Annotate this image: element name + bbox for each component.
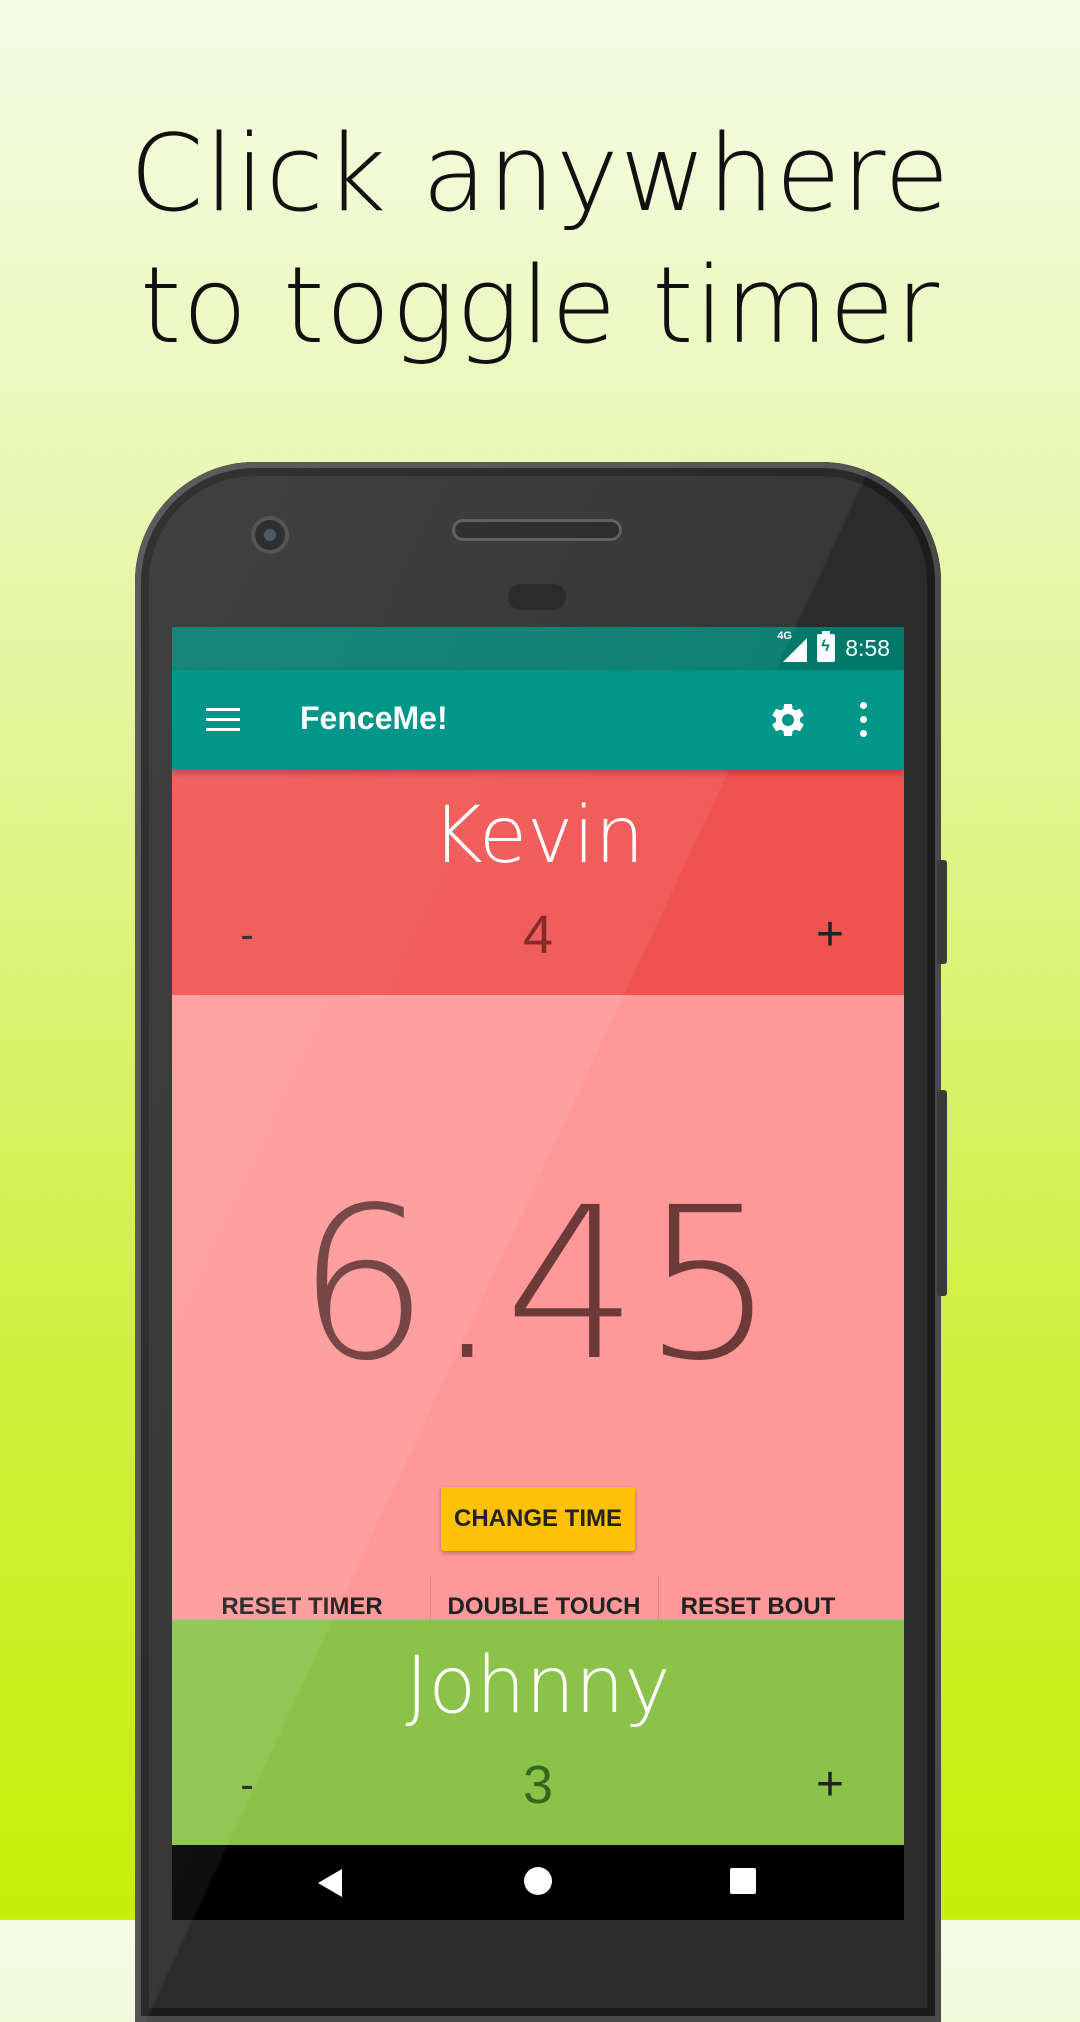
proximity-sensor [508, 584, 566, 610]
decrement-score-top-button[interactable]: - [222, 900, 272, 970]
timer-display: 6.45 [296, 1162, 780, 1407]
more-vert-icon[interactable] [858, 702, 868, 738]
score-top: 4 [522, 905, 554, 965]
phone-screen: 4G ϟ 8:58 FenceMe! Kevin - 4 + 6.45 CHAN… [172, 627, 904, 1920]
status-bar: 4G ϟ 8:58 [172, 627, 904, 670]
menu-icon[interactable] [206, 706, 240, 734]
earpiece-speaker [455, 522, 619, 538]
fencer-name-bottom: Johnny [405, 1641, 671, 1731]
fencer-panel-top[interactable]: Kevin - 4 + [172, 770, 904, 995]
volume-button [937, 860, 947, 964]
status-time: 8:58 [845, 634, 890, 661]
app-bar: FenceMe! [172, 670, 904, 770]
decrement-score-bottom-button[interactable]: - [222, 1750, 272, 1820]
headline-line-1: Click anywhere [129, 112, 951, 235]
app-title: FenceMe! [300, 700, 448, 736]
recents-icon[interactable] [730, 1868, 756, 1894]
change-time-button[interactable]: CHANGE TIME [441, 1487, 635, 1551]
back-icon[interactable] [318, 1869, 342, 1897]
cell-signal-icon: 4G [777, 630, 808, 662]
home-icon[interactable] [524, 1867, 552, 1895]
gear-icon[interactable] [768, 700, 808, 740]
headline: Click anywhere to toggle timer [0, 108, 1080, 372]
increment-score-bottom-button[interactable]: + [800, 1750, 860, 1820]
headline-line-2: to toggle timer [139, 244, 941, 367]
increment-score-top-button[interactable]: + [800, 900, 860, 970]
battery-charging-icon: ϟ [817, 631, 836, 662]
fencer-panel-bottom[interactable]: Johnny - 3 + [172, 1620, 904, 1845]
timer-area[interactable]: 6.45 CHANGE TIME RESET TIMER DOUBLE TOUC… [172, 995, 904, 1645]
power-button [937, 1090, 947, 1296]
score-bottom: 3 [522, 1755, 554, 1815]
fencer-name-top: Kevin [431, 791, 645, 881]
navigation-bar [172, 1845, 904, 1920]
front-camera [255, 520, 285, 550]
